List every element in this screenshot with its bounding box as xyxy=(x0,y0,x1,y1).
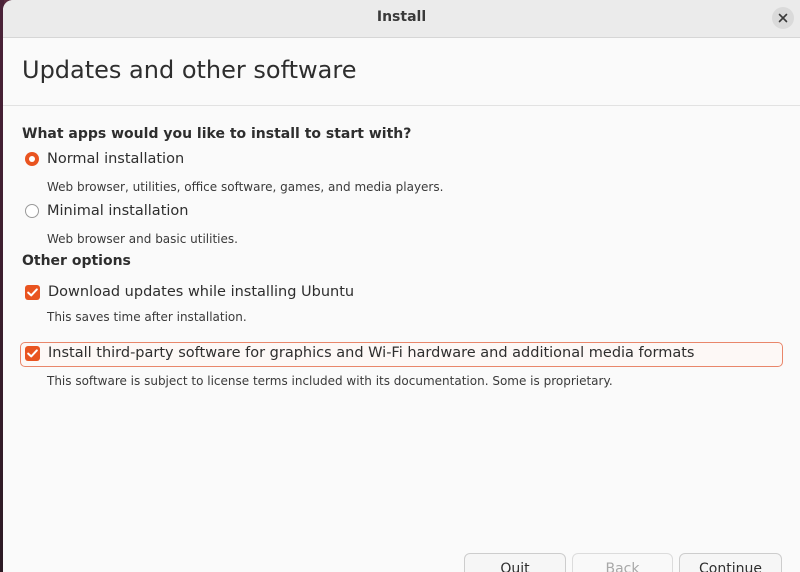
window-title: Install xyxy=(376,9,427,25)
titlebar: Install xyxy=(3,0,800,38)
minimal-installation-label: Minimal installation xyxy=(47,203,189,219)
continue-button[interactable]: Continue xyxy=(679,553,782,572)
back-button[interactable]: Back xyxy=(572,553,673,572)
radio-unselected-icon[interactable] xyxy=(25,204,39,218)
installer-window: Install Updates and other software What … xyxy=(3,0,800,572)
apps-section-heading: What apps would you like to install to s… xyxy=(22,126,412,142)
checkmark-icon xyxy=(27,348,38,357)
page-header: Updates and other software xyxy=(3,38,800,106)
normal-installation-description: Web browser, utilities, office software,… xyxy=(47,180,444,194)
checkmark-icon xyxy=(27,287,38,296)
download-updates-label: Download updates while installing Ubuntu xyxy=(48,284,355,300)
checkbox-checked[interactable] xyxy=(25,345,40,361)
third-party-software-description: This software is subject to license term… xyxy=(47,374,613,388)
radio-selected-icon[interactable] xyxy=(25,152,39,166)
third-party-software-checkbox[interactable]: Install third-party software for graphic… xyxy=(25,342,694,364)
download-updates-checkbox[interactable]: Download updates while installing Ubuntu xyxy=(25,281,354,303)
content-area: What apps would you like to install to s… xyxy=(3,106,800,572)
minimal-installation-radio[interactable]: Minimal installation xyxy=(25,200,188,222)
close-icon xyxy=(778,13,788,23)
close-button[interactable] xyxy=(772,7,794,29)
normal-installation-radio[interactable]: Normal installation xyxy=(25,148,184,170)
download-updates-description: This saves time after installation. xyxy=(47,310,247,324)
quit-button[interactable]: Quit xyxy=(464,553,566,572)
checkbox-checked[interactable] xyxy=(25,284,40,300)
page-title: Updates and other software xyxy=(22,56,357,84)
minimal-installation-description: Web browser and basic utilities. xyxy=(47,232,238,246)
third-party-software-label: Install third-party software for graphic… xyxy=(48,345,695,361)
other-options-heading: Other options xyxy=(22,253,131,269)
normal-installation-label: Normal installation xyxy=(47,151,185,167)
